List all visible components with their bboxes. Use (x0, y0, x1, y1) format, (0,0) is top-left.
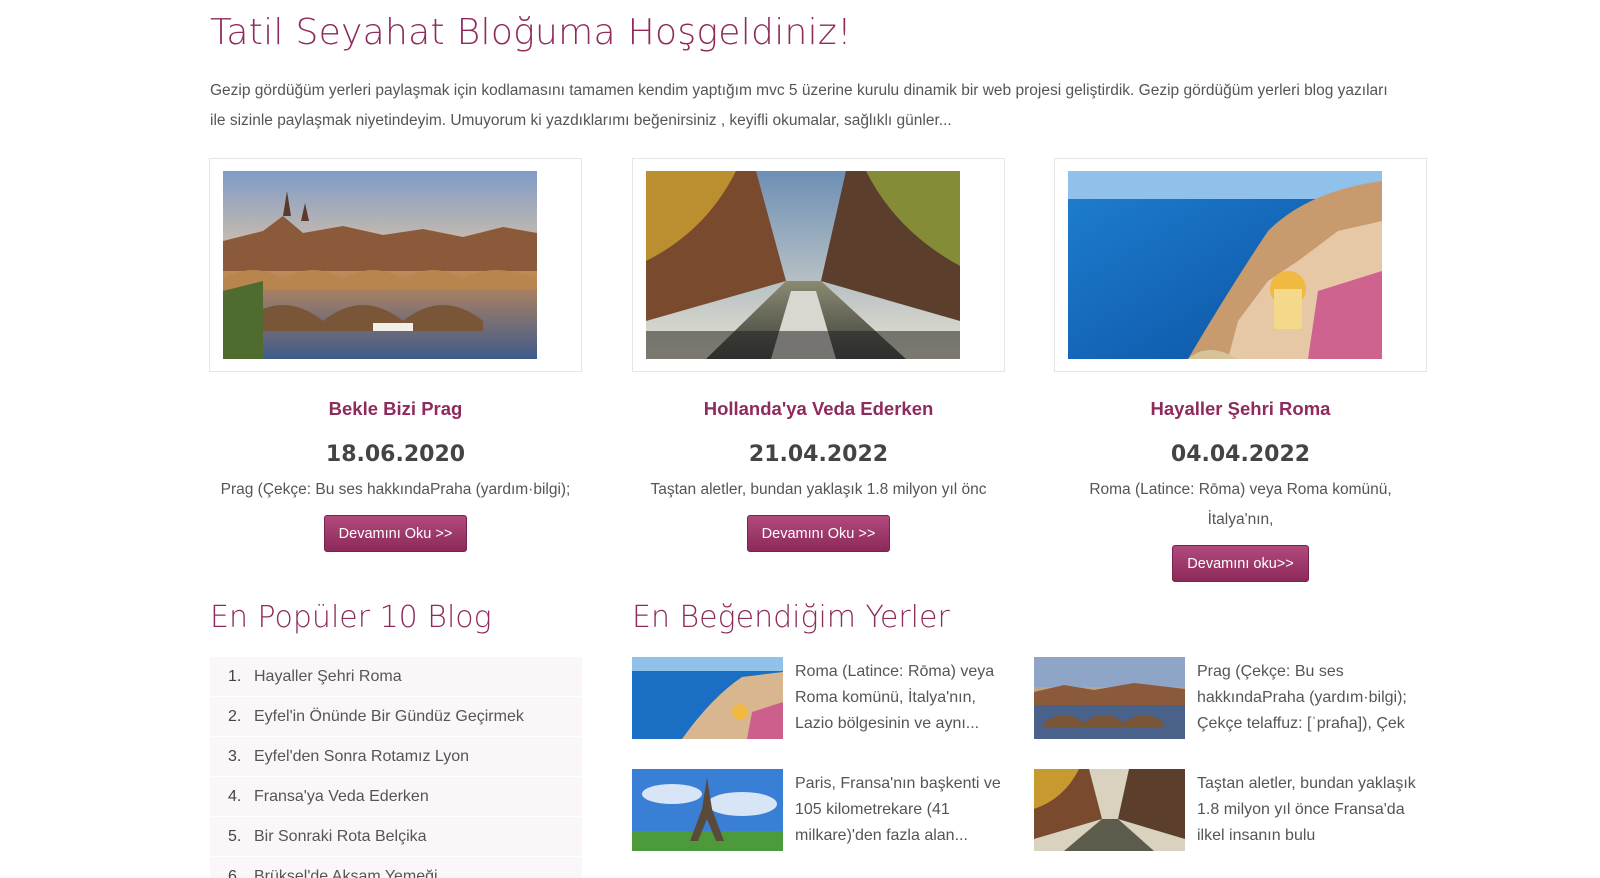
list-item[interactable]: 6. Brüksel'de Akşam Yemeği (210, 857, 582, 878)
list-number: 2. (228, 708, 242, 725)
favorite-item[interactable]: Prag (Çekçe: Bu ses hakkındaPraha (yardı… (1034, 657, 1414, 742)
favorite-item[interactable]: Roma (Latince: Rōma) veya Roma komünü, İ… (632, 657, 1012, 742)
blog-card-roma: Hayaller Şehri Roma 04.04.2022 Roma (Lat… (1054, 158, 1427, 582)
prague-thumbnail[interactable] (1034, 657, 1185, 739)
read-more-button[interactable]: Devamını Oku >> (323, 515, 468, 552)
blog-card-hollanda: Hollanda'ya Veda Ederken 21.04.2022 Taşt… (632, 158, 1005, 552)
popular-section-title: En Popüler 10 Blog (210, 600, 492, 635)
list-number: 3. (228, 748, 242, 765)
card-excerpt: Prag (Çekçe: Bu ses hakkındaPraha (yardı… (220, 481, 571, 498)
list-item-label[interactable]: Eyfel'in Önünde Bir Gündüz Geçirmek (254, 708, 524, 725)
blog-card-prag: Bekle Bizi Prag 18.06.2020 Prag (Çekçe: … (209, 158, 582, 552)
card-date: 18.06.2020 (325, 442, 466, 467)
card-image-frame (632, 158, 1005, 372)
positano-coast-photo[interactable] (1068, 171, 1382, 359)
favorite-excerpt: Taştan aletler, bundan yaklaşık 1.8 mily… (1197, 775, 1416, 844)
favorites-section-title: En Beğendiğim Yerler (632, 600, 950, 635)
popular-blog-list: 1. Hayaller Şehri Roma 2. Eyfel'in Önünde … (210, 657, 582, 878)
list-number: 4. (228, 788, 242, 805)
intro-text: Gezip gördüğüm yerleri paylaşmak için ko… (210, 82, 1388, 129)
read-more-button[interactable]: Devamını Oku >> (746, 515, 891, 552)
card-title[interactable]: Hollanda'ya Veda Ederken (632, 398, 1005, 420)
favorite-excerpt: Roma (Latince: Rōma) veya Roma komünü, İ… (795, 663, 995, 732)
favorite-item[interactable]: Taştan aletler, bundan yaklaşık 1.8 mily… (1034, 769, 1416, 854)
card-title[interactable]: Bekle Bizi Prag (209, 398, 582, 420)
list-item-label[interactable]: Fransa'ya Veda Ederken (254, 788, 429, 805)
favorite-item[interactable]: Paris, Fransa'nın başkenti ve 105 kilome… (632, 769, 1012, 854)
list-item[interactable]: 3. Eyfel'den Sonra Rotamız Lyon (210, 737, 582, 777)
eiffel-tower-thumbnail[interactable] (632, 769, 783, 851)
favorite-excerpt: Paris, Fransa'nın başkenti ve 105 kilome… (795, 775, 1001, 844)
list-item-label[interactable]: Eyfel'den Sonra Rotamız Lyon (254, 748, 469, 765)
list-item[interactable]: 1. Hayaller Şehri Roma (210, 657, 582, 697)
list-item-label[interactable]: Hayaller Şehri Roma (254, 668, 402, 685)
prague-photo[interactable] (223, 171, 537, 359)
favorite-excerpt: Prag (Çekçe: Bu ses hakkındaPraha (yardı… (1197, 663, 1407, 732)
card-title[interactable]: Hayaller Şehri Roma (1054, 398, 1427, 420)
list-item[interactable]: 5. Bir Sonraki Rota Belçika (210, 817, 582, 857)
list-item-label[interactable]: Bir Sonraki Rota Belçika (254, 828, 427, 845)
list-number: 5. (228, 828, 242, 845)
card-date: 04.04.2022 (1170, 442, 1311, 467)
list-number: 6. (228, 868, 242, 878)
amsterdam-canal-photo[interactable] (646, 171, 960, 359)
card-excerpt: Roma (Latince: Rōma) veya Roma komünü, İ… (1089, 481, 1392, 528)
amsterdam-thumbnail[interactable] (1034, 769, 1185, 851)
list-item[interactable]: 2. Eyfel'in Önünde Bir Gündüz Geçirmek (210, 697, 582, 737)
list-item-label[interactable]: Brüksel'de Akşam Yemeği (254, 868, 438, 878)
list-number: 1. (228, 668, 242, 685)
card-image-frame (1054, 158, 1427, 372)
page-title: Tatil Seyahat Bloğuma Hoşgeldiniz! (210, 12, 852, 53)
card-date: 21.04.2022 (748, 442, 889, 467)
list-item[interactable]: 4. Fransa'ya Veda Ederken (210, 777, 582, 817)
positano-thumbnail[interactable] (632, 657, 783, 739)
card-excerpt: Taştan aletler, bundan yaklaşık 1.8 mily… (650, 481, 987, 498)
read-more-button[interactable]: Devamını oku>> (1172, 545, 1309, 582)
card-image-frame (209, 158, 582, 372)
